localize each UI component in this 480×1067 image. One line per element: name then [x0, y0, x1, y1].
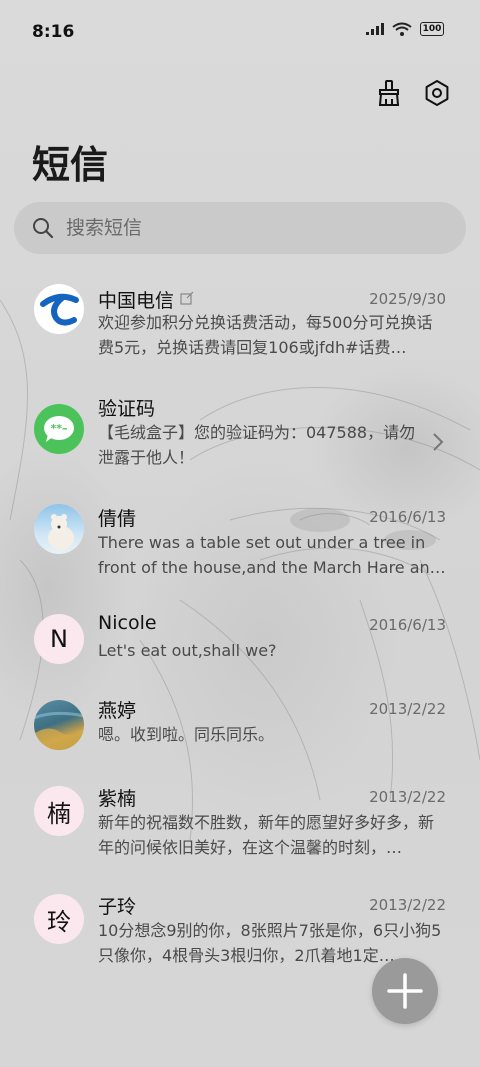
- broom-icon[interactable]: [374, 78, 404, 108]
- svg-text:**–: **–: [50, 422, 67, 435]
- chevron-right-icon: [433, 433, 444, 451]
- conversation-row[interactable]: 倩倩 2016/6/13 There was a table set out u…: [0, 492, 480, 602]
- conversation-row[interactable]: N Nicole 2016/6/13 Let's eat out,shall w…: [0, 602, 480, 690]
- page-title: 短信: [32, 143, 109, 187]
- status-time: 8:16: [32, 22, 75, 42]
- battery-indicator: 100: [420, 22, 444, 36]
- conversation-list: 中国电信 2025/9/30 欢迎参加积分兑换话费活动，每500分可兑换话费5元…: [0, 272, 480, 992]
- top-actions: [374, 78, 452, 108]
- conversation-row[interactable]: 燕婷 2013/2/22 嗯。收到啦。同乐同乐。: [0, 690, 480, 774]
- message-date: 2013/2/22: [369, 700, 446, 718]
- message-date: 2013/2/22: [369, 788, 446, 806]
- search-bar[interactable]: [14, 202, 466, 254]
- external-link-icon: [180, 291, 194, 305]
- contact-name: 中国电信: [98, 286, 194, 313]
- message-preview: There was a table set out under a tree i…: [98, 533, 446, 577]
- message-date: 2025/9/30: [369, 290, 446, 308]
- message-preview: 嗯。收到啦。同乐同乐。: [98, 725, 275, 744]
- search-input[interactable]: [64, 216, 428, 240]
- message-preview: 【毛绒盒子】您的验证码为：047588，请勿泄露于他人！: [98, 423, 416, 467]
- message-date: 2016/6/13: [369, 508, 446, 526]
- avatar: 楠: [34, 786, 84, 836]
- message-date: 2016/6/13: [369, 616, 446, 634]
- contact-name: Nicole: [98, 612, 157, 634]
- polar-bear-photo: [34, 504, 84, 554]
- conversation-row[interactable]: 中国电信 2025/9/30 欢迎参加积分兑换话费活动，每500分可兑换话费5元…: [0, 272, 480, 382]
- contact-name: 紫楠: [98, 788, 137, 810]
- avatar: N: [34, 614, 84, 664]
- search-icon: [33, 218, 54, 239]
- avatar: 玲: [34, 894, 84, 944]
- contact-name: 验证码: [98, 398, 156, 420]
- status-icons: 100: [366, 22, 444, 36]
- contact-name: 燕婷: [98, 700, 137, 722]
- signal-icon: [366, 23, 384, 35]
- settings-icon[interactable]: [422, 78, 452, 108]
- verification-code-icon: **–: [34, 404, 84, 454]
- plus-icon: [387, 973, 423, 1009]
- conversation-row[interactable]: **– 验证码 【毛绒盒子】您的验证码为：047588，请勿泄露于他人！: [0, 382, 480, 492]
- contact-name: 倩倩: [98, 508, 137, 530]
- message-preview: Let's eat out,shall we?: [98, 641, 277, 660]
- china-telecom-logo: [34, 284, 84, 334]
- message-preview: 欢迎参加积分兑换话费活动，每500分可兑换话费5元，兑换话费请回复106或jfd…: [98, 313, 433, 357]
- contact-name: 子玲: [98, 896, 137, 918]
- landscape-photo: [34, 700, 84, 750]
- compose-button[interactable]: [372, 958, 438, 1024]
- message-date: 2013/2/22: [369, 896, 446, 914]
- status-bar: 8:16 100: [0, 0, 480, 66]
- message-preview: 新年的祝福数不胜数，新年的愿望好多好多，新年的问候依旧美好，在这个温馨的时刻，…: [98, 813, 435, 857]
- conversation-row[interactable]: 楠 紫楠 2013/2/22 新年的祝福数不胜数，新年的愿望好多好多，新年的问候…: [0, 774, 480, 882]
- wifi-icon: [392, 22, 412, 36]
